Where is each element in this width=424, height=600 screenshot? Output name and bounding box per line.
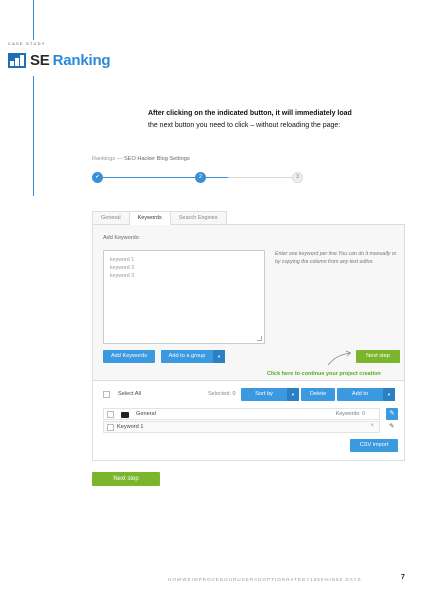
selected-count: Selected: 0 — [208, 391, 236, 397]
step-1-check-icon[interactable]: ✔ — [92, 172, 103, 183]
intro-line-2: the next button you need to click – with… — [148, 122, 341, 129]
csv-import-button[interactable]: CSV import — [350, 439, 398, 452]
selected-label: Selected: — [208, 391, 231, 397]
breadcrumb-page: SEO Hacker Blog Settings — [124, 156, 190, 162]
add-to-button[interactable]: Add to ▾ — [337, 388, 395, 401]
keywords-hint: Enter one keyword per line.You can do it… — [275, 251, 397, 265]
progress-fill — [98, 177, 228, 179]
keyword-line: keyword 3 — [110, 273, 135, 279]
add-to-label: Add to — [351, 391, 369, 397]
add-keywords-label: Add Keywords: — [103, 235, 140, 241]
chevron-down-icon: ▾ — [287, 388, 299, 401]
footer-title: HOWWEIMPROVEDOURUSERADOPTIONRATEBY1650%I… — [168, 577, 362, 582]
folder-icon — [121, 412, 129, 418]
group-keyword-count: Keywords: 0 — [336, 411, 365, 417]
accent-line-top — [33, 0, 34, 40]
next-step-button-bottom[interactable]: Next step — [92, 472, 160, 486]
keyword-list-panel: Select All Selected: 0 Sort by ▾ Delete … — [92, 381, 405, 461]
intro-line-1: After clicking on the indicated button, … — [148, 110, 352, 117]
chevron-down-icon: ▾ — [213, 350, 225, 363]
breadcrumb-root[interactable]: Rankings — — [92, 156, 122, 162]
select-all-label[interactable]: Select All — [118, 391, 141, 397]
keyword-row-label: Keyword 1 — [117, 424, 144, 430]
step-2[interactable]: 2 — [195, 172, 206, 183]
keywords-count-value: 0 — [362, 411, 365, 417]
se-ranking-logo: SE Ranking — [8, 52, 111, 69]
add-keywords-button[interactable]: Add Keywords — [103, 350, 155, 363]
tab-keywords[interactable]: Keywords — [128, 211, 171, 225]
select-all-checkbox[interactable] — [103, 391, 110, 398]
keywords-panel: Add Keywords: keyword 1 keyword 2 keywor… — [92, 224, 405, 381]
pencil-icon[interactable]: ✎ — [389, 422, 394, 430]
selected-value: 0 — [232, 391, 236, 397]
tab-search-engines[interactable]: Search Engines — [169, 211, 227, 224]
keywords-textarea[interactable]: keyword 1 keyword 2 keyword 3 — [103, 250, 265, 344]
keyword-checkbox[interactable] — [107, 424, 114, 431]
chevron-down-icon: ▾ — [383, 388, 395, 401]
step-3[interactable]: 3 — [292, 172, 303, 183]
edit-group-button[interactable]: ✎ — [386, 408, 398, 420]
logo-se-text: SE — [30, 52, 50, 69]
close-icon[interactable]: × — [370, 423, 374, 429]
keyword-line: keyword 1 — [110, 257, 135, 263]
settings-tabs: General Keywords Search Engines — [92, 211, 227, 225]
group-name: General — [136, 411, 156, 417]
resize-grip-icon[interactable] — [257, 336, 262, 341]
group-row[interactable]: General Keywords: 0 — [103, 408, 380, 420]
curved-arrow-icon — [327, 350, 352, 366]
group-checkbox[interactable] — [107, 411, 114, 418]
case-study-label: CASE STUDY — [8, 41, 46, 46]
sort-by-button[interactable]: Sort by ▾ — [241, 388, 299, 401]
next-step-button[interactable]: Next step — [356, 350, 400, 363]
page-number: 7 — [401, 574, 405, 581]
progress-steps: ✔ 2 3 — [92, 171, 306, 185]
breadcrumb: Rankings — SEO Hacker Blog Settings — [92, 156, 190, 162]
keyword-row[interactable]: Keyword 1 × — [103, 421, 380, 433]
continue-note: Click here to continue your project crea… — [267, 371, 381, 377]
delete-button[interactable]: Delete — [301, 388, 335, 401]
add-to-group-label: Add to a group — [168, 353, 206, 359]
tab-general[interactable]: General — [92, 211, 130, 224]
sort-by-label: Sort by — [255, 391, 273, 397]
bar-chart-icon — [8, 53, 26, 68]
keywords-count-label: Keywords: — [335, 411, 361, 417]
keyword-line: keyword 2 — [110, 265, 135, 271]
logo-ranking-text: Ranking — [52, 52, 111, 69]
add-to-group-button[interactable]: Add to a group ▾ — [161, 350, 225, 363]
accent-line-mid — [33, 76, 34, 196]
